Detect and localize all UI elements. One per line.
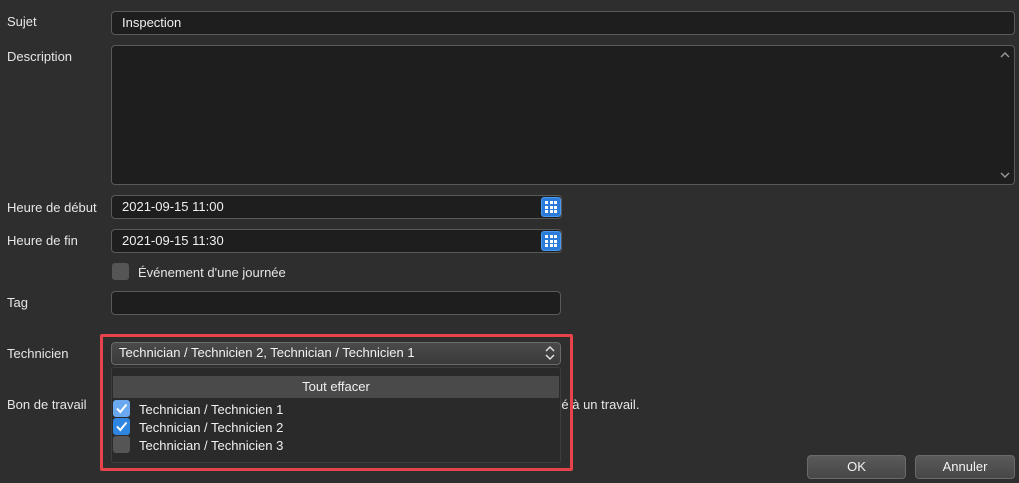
work-order-label: Bon de travail [7,397,87,412]
scroll-up-icon[interactable] [997,48,1013,62]
scroll-down-icon[interactable] [997,168,1013,182]
tag-label: Tag [7,295,28,310]
highlight-frame [100,334,573,471]
all-day-label: Événement d'une journée [138,265,286,280]
all-day-checkbox[interactable] [112,263,129,280]
description-textarea[interactable] [111,45,1015,185]
calendar-grid-icon [545,201,557,213]
end-time-input[interactable]: 2021-09-15 11:30 [111,229,562,253]
start-calendar-button[interactable] [541,197,561,217]
end-calendar-button[interactable] [541,231,561,251]
technician-label: Technicien [7,346,69,361]
start-time-label: Heure de début [7,200,97,215]
tag-input[interactable] [111,291,561,315]
cancel-button[interactable]: Annuler [915,455,1015,479]
subject-input[interactable]: Inspection [111,11,1015,35]
start-time-input[interactable]: 2021-09-15 11:00 [111,195,562,219]
ok-button[interactable]: OK [807,455,906,479]
end-time-label: Heure de fin [7,233,78,248]
calendar-grid-icon [545,235,557,247]
event-dialog: Sujet Inspection Description Heure de dé… [0,0,1019,483]
description-scrollbar[interactable] [997,46,1014,184]
description-label: Description [7,49,73,64]
subject-label: Sujet [7,14,37,29]
